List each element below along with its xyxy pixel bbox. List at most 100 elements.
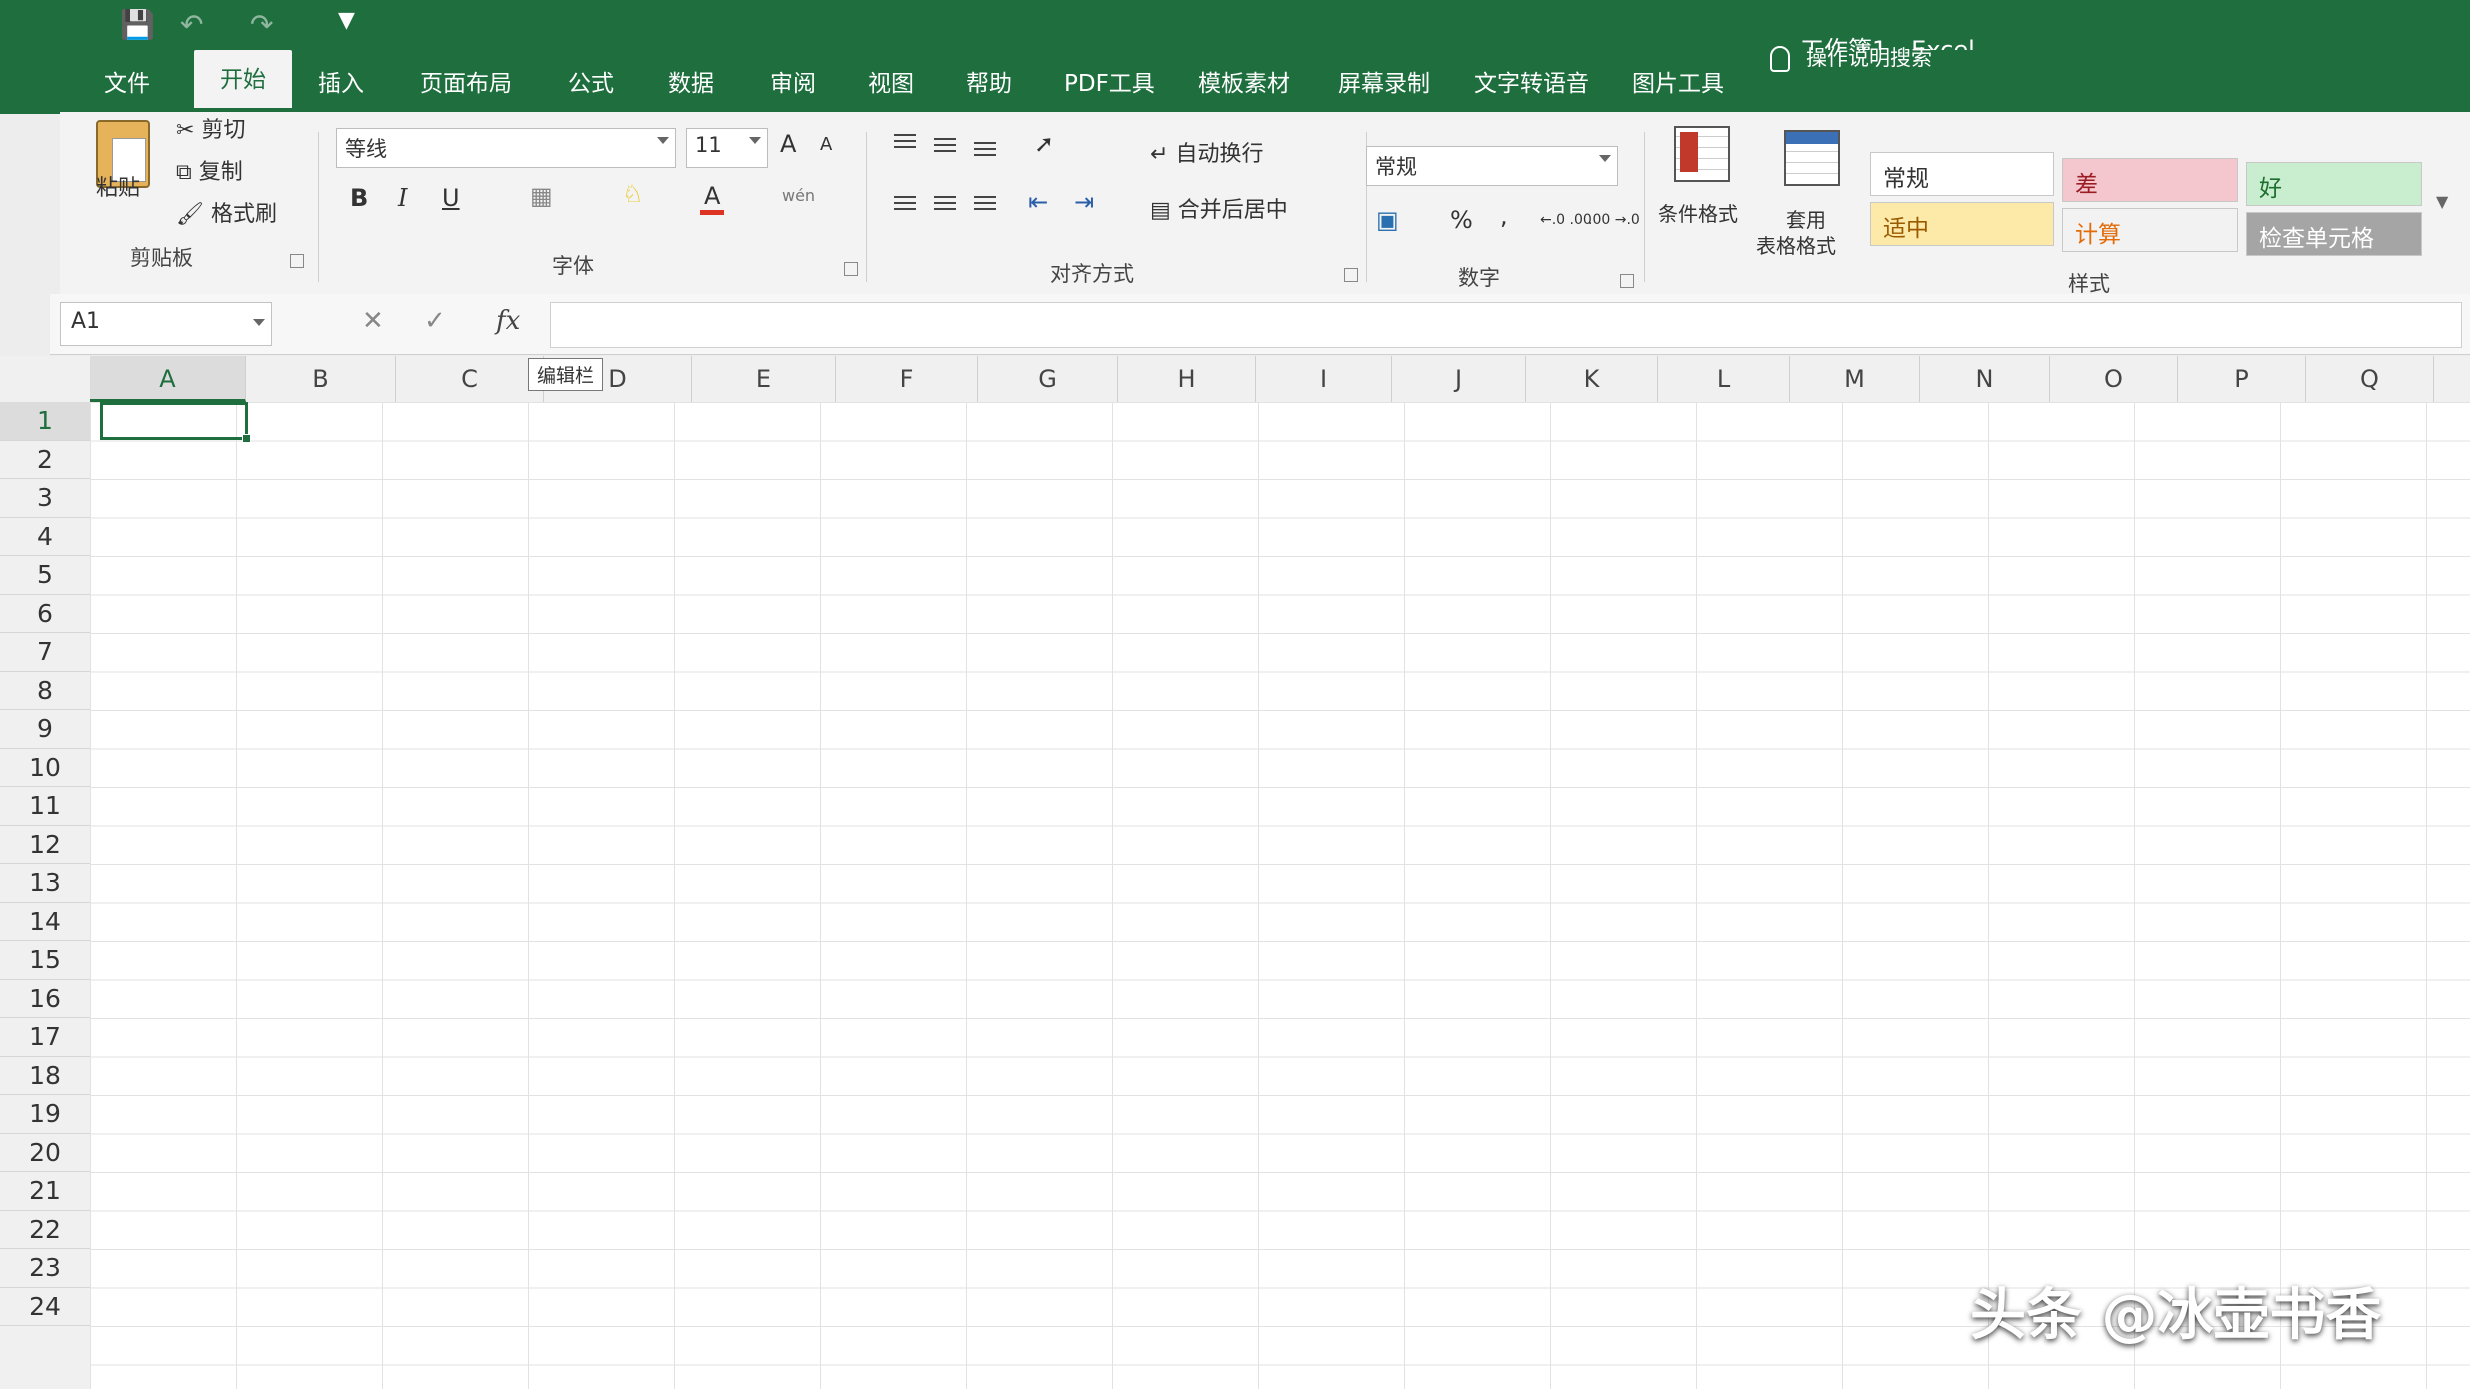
cell-area[interactable] (90, 402, 2470, 1389)
increase-decimal-button[interactable]: ←.0 .00 (1540, 212, 1592, 228)
copy-button[interactable]: ⧉ 复制 (176, 154, 243, 186)
wrap-text-button[interactable]: ↵ 自动换行 (1150, 136, 1263, 168)
row-header-24[interactable]: 24 (0, 1288, 90, 1326)
border-icon[interactable]: ▦ (530, 182, 553, 210)
align-top-icon[interactable] (894, 134, 916, 136)
column-header-A[interactable]: A (90, 356, 246, 402)
percent-button[interactable]: % (1450, 206, 1473, 234)
row-header-10[interactable]: 10 (0, 749, 90, 787)
tab-data[interactable]: 数据 (668, 64, 714, 98)
row-header-7[interactable]: 7 (0, 633, 90, 672)
comma-button[interactable]: , (1500, 202, 1508, 230)
increase-indent-icon[interactable]: ⇥ (1074, 188, 1094, 216)
font-name-box[interactable]: 等线 (336, 128, 676, 168)
clipboard-launcher-icon[interactable] (290, 254, 304, 268)
column-header-O[interactable]: O (2050, 356, 2178, 402)
style-check-cell[interactable]: 检查单元格 (2246, 212, 2422, 256)
italic-button[interactable]: I (398, 184, 407, 212)
alignment-launcher-icon[interactable] (1344, 268, 1358, 282)
style-bad[interactable]: 差 (2062, 158, 2238, 202)
column-header-N[interactable]: N (1920, 356, 2050, 402)
row-header-12[interactable]: 12 (0, 826, 90, 864)
shrink-font-button[interactable]: A (820, 134, 832, 155)
undo-icon[interactable]: ↶ (180, 8, 203, 41)
tab-home[interactable]: 开始 (194, 50, 292, 108)
row-header-15[interactable]: 15 (0, 941, 90, 980)
column-header-I[interactable]: I (1256, 356, 1392, 402)
cancel-icon[interactable]: ✕ (362, 306, 384, 336)
column-header-J[interactable]: J (1392, 356, 1526, 402)
fill-color-icon[interactable]: ♘ (622, 180, 644, 208)
tab-screen-record[interactable]: 屏幕录制 (1338, 64, 1430, 98)
column-header-F[interactable]: F (836, 356, 978, 402)
row-header-16[interactable]: 16 (0, 980, 90, 1018)
column-header-H[interactable]: H (1118, 356, 1256, 402)
tab-review[interactable]: 审阅 (770, 64, 816, 98)
style-good[interactable]: 好 (2246, 162, 2422, 206)
grow-font-button[interactable]: A (780, 130, 796, 158)
row-header-2[interactable]: 2 (0, 441, 90, 479)
tab-picture-tools[interactable]: 图片工具 (1632, 64, 1724, 98)
align-bottom-icon[interactable] (974, 142, 996, 144)
row-header-9[interactable]: 9 (0, 710, 90, 749)
column-header-E[interactable]: E (692, 356, 836, 402)
format-as-table-icon[interactable] (1784, 130, 1840, 186)
format-as-table-button-line2[interactable]: 表格格式 (1756, 230, 1836, 259)
save-icon[interactable]: 💾 (120, 8, 155, 41)
conditional-formatting-icon[interactable] (1674, 126, 1730, 182)
row-header-1[interactable]: 1 (0, 402, 90, 441)
row-header-18[interactable]: 18 (0, 1057, 90, 1095)
cut-button[interactable]: ✂ 剪切 (176, 112, 245, 144)
row-header-8[interactable]: 8 (0, 672, 90, 710)
conditional-formatting-button[interactable]: 条件格式 (1658, 198, 1738, 227)
tab-pdf-tools[interactable]: PDF工具 (1064, 64, 1155, 98)
font-launcher-icon[interactable] (844, 262, 858, 276)
column-header-Q[interactable]: Q (2306, 356, 2434, 402)
format-as-table-button-line1[interactable]: 套用 (1786, 204, 1826, 233)
accounting-format-icon[interactable]: ▣ (1376, 206, 1399, 234)
row-header-13[interactable]: 13 (0, 864, 90, 903)
styles-more-icon[interactable]: ▼ (2436, 192, 2448, 211)
phonetic-button[interactable]: wén (782, 186, 815, 205)
row-header-21[interactable]: 21 (0, 1172, 90, 1211)
column-header-M[interactable]: M (1790, 356, 1920, 402)
row-header-5[interactable]: 5 (0, 556, 90, 595)
number-launcher-icon[interactable] (1620, 274, 1634, 288)
enter-icon[interactable]: ✓ (424, 306, 446, 336)
insert-function-button[interactable]: fx (496, 306, 520, 336)
merge-center-button[interactable]: ▤ 合并后居中 (1150, 192, 1288, 224)
tab-page-layout[interactable]: 页面布局 (420, 64, 512, 98)
column-header-L[interactable]: L (1658, 356, 1790, 402)
style-neutral[interactable]: 适中 (1870, 202, 2054, 246)
align-left-icon[interactable] (894, 196, 916, 198)
tab-file[interactable]: 文件 (104, 64, 150, 98)
row-header-19[interactable]: 19 (0, 1095, 90, 1134)
formula-input[interactable] (550, 302, 2462, 348)
column-header-K[interactable]: K (1526, 356, 1658, 402)
align-center-icon[interactable] (934, 196, 956, 198)
row-header-6[interactable]: 6 (0, 595, 90, 633)
font-size-box[interactable]: 11 (686, 128, 768, 168)
style-calculation[interactable]: 计算 (2062, 208, 2238, 252)
row-header-17[interactable]: 17 (0, 1018, 90, 1057)
tab-formulas[interactable]: 公式 (568, 64, 614, 98)
font-color-button[interactable]: A (700, 182, 725, 215)
row-header-22[interactable]: 22 (0, 1211, 90, 1249)
row-header-11[interactable]: 11 (0, 787, 90, 826)
tab-insert[interactable]: 插入 (318, 64, 364, 98)
tell-me-search[interactable]: 操作说明搜索 (1770, 42, 1932, 72)
align-right-icon[interactable] (974, 196, 996, 198)
underline-button[interactable]: U (442, 184, 460, 212)
row-header-23[interactable]: 23 (0, 1249, 90, 1288)
column-header-B[interactable]: B (246, 356, 396, 402)
decrease-decimal-button[interactable]: .00 →.0 (1588, 212, 1640, 228)
orientation-icon[interactable]: ➚ (1034, 130, 1054, 158)
tab-text-to-speech[interactable]: 文字转语音 (1474, 64, 1589, 98)
customize-qat-icon[interactable]: ▼ (338, 8, 355, 33)
column-header-P[interactable]: P (2178, 356, 2306, 402)
row-header-4[interactable]: 4 (0, 518, 90, 556)
tab-templates[interactable]: 模板素材 (1198, 64, 1290, 98)
row-header-20[interactable]: 20 (0, 1134, 90, 1172)
decrease-indent-icon[interactable]: ⇤ (1028, 188, 1048, 216)
number-format-box[interactable]: 常规 (1366, 146, 1618, 186)
